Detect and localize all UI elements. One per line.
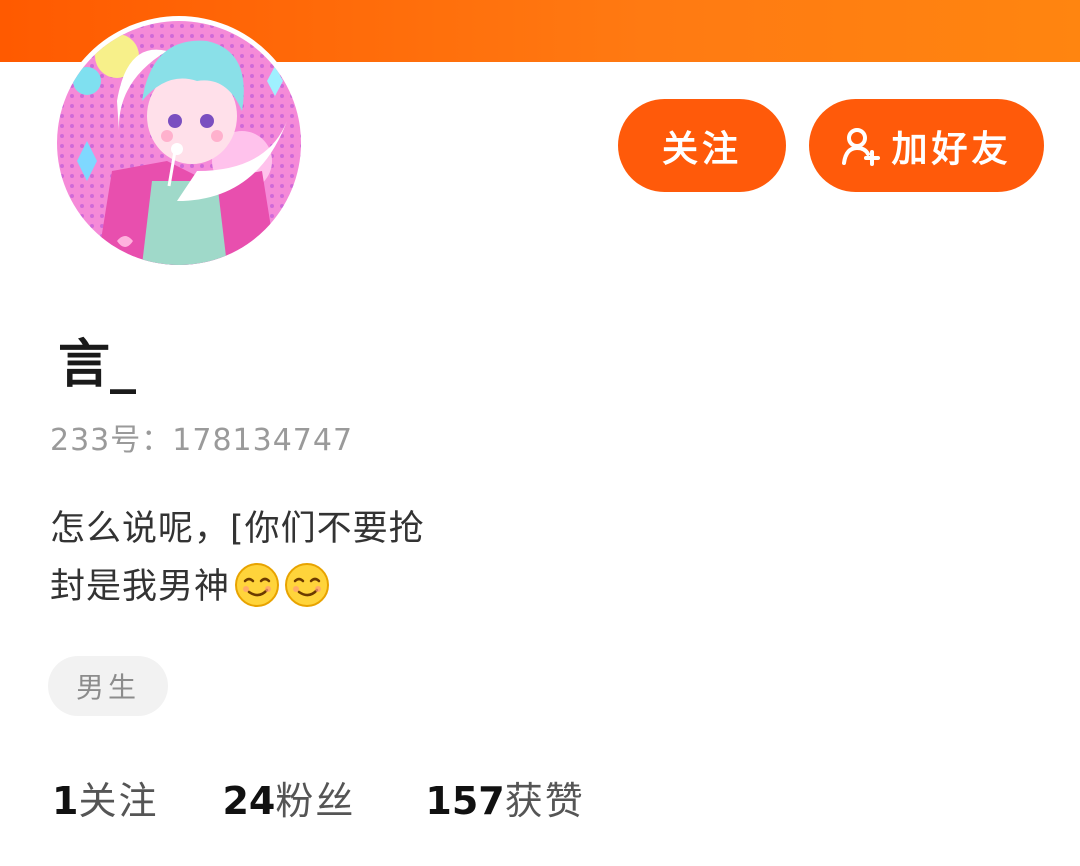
stat-following[interactable]: 1 关注 bbox=[52, 770, 158, 825]
stat-fans[interactable]: 24 粉丝 bbox=[222, 770, 355, 825]
user-id: 233号：178134747 bbox=[50, 415, 353, 459]
profile-stats: 1 关注 24 粉丝 157 获赞 bbox=[52, 770, 585, 825]
follow-button-label: 关注 bbox=[661, 128, 742, 170]
stat-following-label: 关注 bbox=[78, 779, 159, 823]
gender-tag: 男生 bbox=[48, 656, 168, 716]
add-friend-button-label: 加好友 bbox=[891, 128, 1012, 170]
follow-button[interactable]: 关注 bbox=[618, 99, 786, 192]
bio-line-1: 怎么说呢，[你们不要抢 bbox=[50, 509, 425, 549]
stat-fans-value: 24 bbox=[222, 779, 276, 823]
smirk-face-icon bbox=[284, 562, 330, 608]
bio-line-2-text: 封是我男神 bbox=[50, 567, 231, 607]
user-bio: 怎么说呢，[你们不要抢 封是我男神 bbox=[50, 500, 425, 616]
stat-likes-label: 获赞 bbox=[504, 779, 585, 823]
username: 言_ bbox=[58, 335, 137, 395]
stat-likes-value: 157 bbox=[425, 779, 505, 823]
avatar[interactable] bbox=[57, 21, 301, 265]
bio-line-2: 封是我男神 bbox=[50, 558, 425, 616]
stat-fans-label: 粉丝 bbox=[275, 779, 356, 823]
smirk-face-icon bbox=[234, 562, 280, 608]
user-id-value: 178134747 bbox=[172, 423, 354, 458]
stat-likes[interactable]: 157 获赞 bbox=[425, 770, 584, 825]
add-user-icon bbox=[841, 126, 881, 166]
avatar-ring bbox=[52, 16, 306, 270]
stat-following-value: 1 bbox=[52, 779, 79, 823]
user-id-label: 233号： bbox=[50, 423, 173, 458]
add-friend-button[interactable]: 加好友 bbox=[809, 99, 1044, 192]
